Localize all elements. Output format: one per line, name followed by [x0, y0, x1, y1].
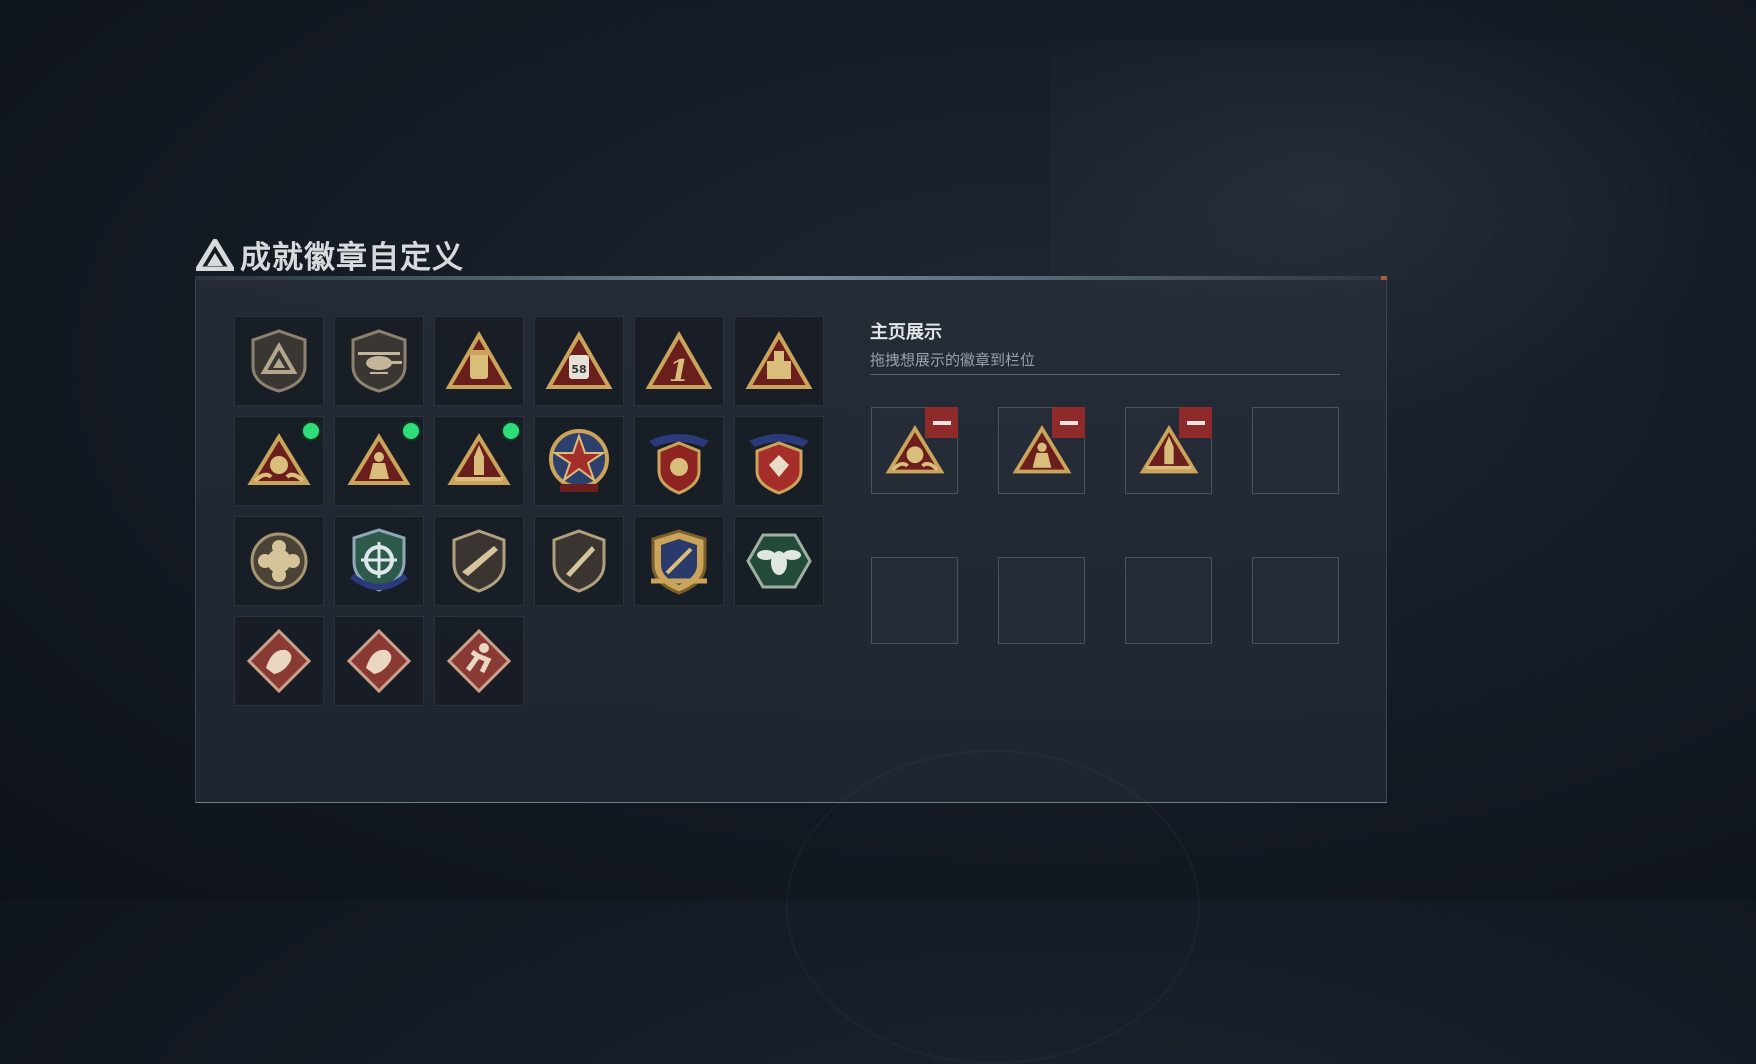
- badge-cell[interactable]: [234, 316, 324, 406]
- gold-crest-badge-icon: [651, 529, 707, 595]
- display-slots: [871, 407, 1339, 644]
- minus-icon: [932, 420, 951, 425]
- badge-cell[interactable]: [734, 316, 824, 406]
- minus-icon: [1186, 420, 1205, 425]
- ribbon-shield-badge-icon: [749, 434, 809, 495]
- badge-cell[interactable]: [634, 516, 724, 606]
- wasp-hexagon-badge-icon: [746, 533, 812, 589]
- display-subtitle: 拖拽想展示的徽章到栏位: [870, 351, 1036, 369]
- divider: [870, 374, 1340, 375]
- page-header: 成就徽章自定义: [196, 232, 464, 277]
- shield-triangle-badge-icon: [251, 329, 307, 393]
- badge-cell[interactable]: [434, 416, 524, 506]
- soldier-triangle-badge-icon: [347, 433, 411, 485]
- watermark-emblem: [786, 750, 1200, 1064]
- badge-cell[interactable]: 1: [634, 316, 724, 406]
- badge-cell[interactable]: [434, 316, 524, 406]
- new-indicator-dot: [403, 423, 419, 439]
- helicopter-shield-badge-icon: [351, 329, 407, 393]
- badge-cell[interactable]: [234, 416, 324, 506]
- badge-cell[interactable]: [434, 516, 524, 606]
- number-58-triangle-badge-icon: 58: [545, 331, 613, 389]
- display-header: 主页展示 拖拽想展示的徽章到栏位: [870, 318, 1035, 370]
- badge-cell[interactable]: [534, 416, 624, 506]
- badge-cell[interactable]: [534, 516, 624, 606]
- display-slot-5[interactable]: [871, 557, 958, 644]
- badge-cell[interactable]: [234, 616, 324, 706]
- badge-cell[interactable]: [734, 416, 824, 506]
- remove-badge-button[interactable]: [1179, 407, 1212, 438]
- knife-shield-badge-icon: [552, 529, 606, 593]
- dragon-diamond-badge-icon: [246, 628, 312, 694]
- remove-badge-button[interactable]: [1052, 407, 1085, 438]
- triangle-logo-icon: [196, 238, 234, 271]
- display-slot-3[interactable]: [1125, 407, 1212, 494]
- number-1-triangle-badge-icon: 1: [645, 331, 713, 389]
- display-title: 主页展示: [870, 322, 942, 343]
- bottle-triangle-badge-icon: [745, 331, 813, 389]
- badge-cell[interactable]: [334, 516, 424, 606]
- crosshair-shield-badge-icon: [350, 528, 408, 592]
- flower-round-badge-icon: [250, 532, 308, 590]
- badge-cell[interactable]: [334, 416, 424, 506]
- badge-cell[interactable]: 58: [534, 316, 624, 406]
- winged-shield-badge-icon: [649, 434, 709, 495]
- badge-cell[interactable]: [634, 416, 724, 506]
- display-slot-2[interactable]: [998, 407, 1085, 494]
- hands-triangle-badge-icon: [247, 433, 311, 485]
- badge-cell[interactable]: [434, 616, 524, 706]
- display-slot-8[interactable]: [1252, 557, 1339, 644]
- star-emblem-badge-icon: [549, 429, 609, 492]
- dragon-diamond-badge-icon: [346, 628, 412, 694]
- badge-cell[interactable]: [234, 516, 324, 606]
- display-slot-1[interactable]: [871, 407, 958, 494]
- svg-text:58: 58: [571, 363, 586, 376]
- display-slot-6[interactable]: [998, 557, 1085, 644]
- display-slot-4[interactable]: [1252, 407, 1339, 494]
- jar-triangle-badge-icon: [445, 331, 513, 389]
- new-indicator-dot: [303, 423, 319, 439]
- page-title: 成就徽章自定义: [240, 240, 464, 276]
- rifle-shield-badge-icon: [452, 529, 506, 593]
- minus-icon: [1059, 420, 1078, 425]
- badge-cell[interactable]: [334, 316, 424, 406]
- badge-grid: 58 1: [234, 316, 824, 706]
- badge-cell[interactable]: [334, 616, 424, 706]
- svg-text:1: 1: [669, 354, 690, 389]
- new-indicator-dot: [503, 423, 519, 439]
- badge-cell[interactable]: [734, 516, 824, 606]
- remove-badge-button[interactable]: [925, 407, 958, 438]
- display-slot-7[interactable]: [1125, 557, 1212, 644]
- rocket-triangle-badge-icon: [447, 433, 511, 485]
- runner-diamond-badge-icon: [446, 628, 512, 694]
